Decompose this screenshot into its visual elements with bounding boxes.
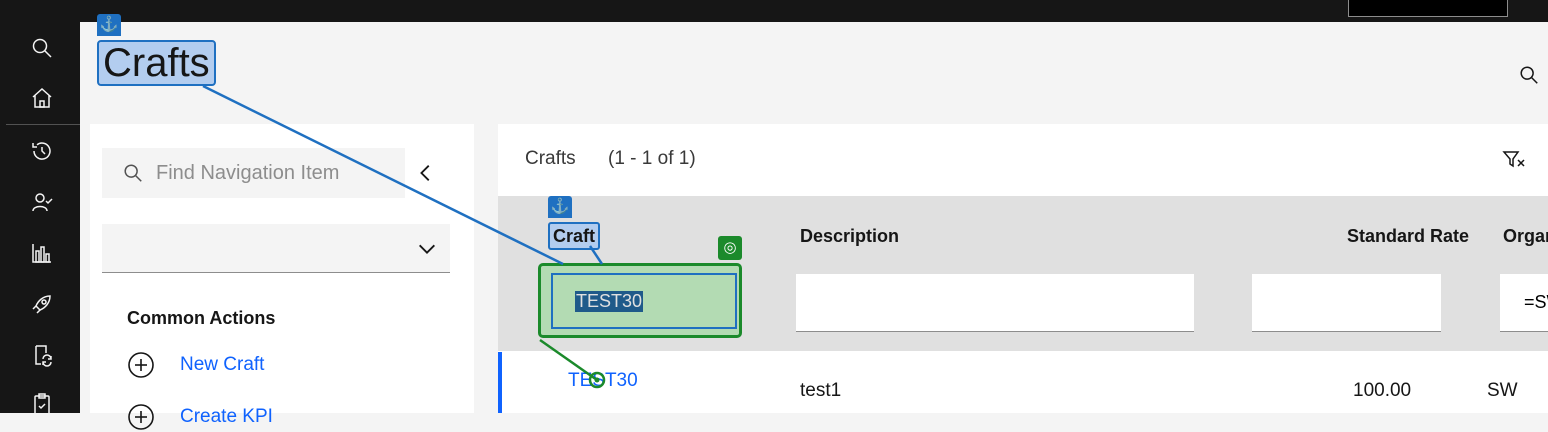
target-icon: ◎ — [718, 236, 742, 260]
nav-chart-icon[interactable] — [28, 239, 56, 267]
nav-search-icon[interactable] — [28, 34, 56, 62]
nav-sync-document-icon[interactable] — [28, 341, 56, 369]
create-kpi-action[interactable]: Create KPI — [126, 402, 273, 432]
nav-clipboard-icon[interactable] — [28, 390, 56, 418]
craft-filter-value: TEST30 — [575, 290, 644, 312]
header-search-icon[interactable] — [1518, 64, 1542, 88]
nav-home-icon[interactable] — [28, 84, 56, 112]
collapse-panel-button[interactable] — [415, 162, 439, 186]
clear-filter-icon — [1502, 151, 1525, 168]
left-nav — [0, 22, 80, 415]
new-craft-action[interactable]: New Craft — [126, 350, 264, 380]
column-header-organization[interactable]: Organization — [1503, 226, 1548, 247]
table-header: ⚓ Craft Description Standard Rate Organi… — [498, 196, 1548, 351]
column-header-description[interactable]: Description — [800, 226, 899, 247]
standard-rate-cell: 100.00 — [1353, 380, 1412, 401]
page-title: Crafts — [97, 40, 216, 86]
organization-cell: SW — [1487, 380, 1518, 401]
chevron-left-icon — [420, 165, 430, 181]
find-navigation-search — [102, 148, 405, 198]
table-title: Crafts — [525, 148, 576, 169]
craft-filter-input[interactable]: TEST30 — [551, 273, 737, 329]
navigation-dropdown[interactable] — [102, 224, 450, 273]
create-kpi-link[interactable]: Create KPI — [180, 406, 273, 428]
add-circle-icon — [128, 352, 154, 378]
clear-filter-button[interactable] — [1502, 148, 1528, 174]
nav-history-icon[interactable] — [28, 137, 56, 165]
description-cell: test1 — [800, 380, 842, 401]
new-craft-link[interactable]: New Craft — [180, 354, 264, 376]
craft-filter-highlight: TEST30 — [538, 263, 742, 338]
anchor-icon: ⚓ — [548, 196, 572, 218]
column-header-standard-rate[interactable]: Standard Rate — [1347, 226, 1469, 247]
topbar-box — [1348, 0, 1508, 17]
crafts-table-panel: Crafts (1 - 1 of 1) ⚓ Craft Description … — [498, 124, 1548, 413]
description-filter-input[interactable] — [796, 274, 1194, 332]
nav-divider — [6, 124, 80, 125]
selected-row-indicator — [498, 352, 502, 413]
common-actions-title: Common Actions — [127, 308, 276, 328]
search-icon — [124, 164, 142, 182]
nav-user-check-icon[interactable] — [28, 188, 56, 216]
add-circle-icon — [128, 404, 154, 430]
table-row-count: (1 - 1 of 1) — [608, 148, 696, 169]
column-header-craft[interactable]: Craft — [548, 222, 601, 250]
anchor-icon: ⚓ — [97, 14, 121, 36]
organization-filter-input[interactable] — [1500, 274, 1548, 332]
standard-rate-filter-input[interactable] — [1252, 274, 1441, 332]
find-navigation-input[interactable] — [156, 161, 386, 185]
top-bar — [0, 0, 1548, 22]
chevron-down-icon — [419, 244, 435, 254]
craft-cell-link[interactable]: TEST30 — [568, 370, 638, 392]
nav-rocket-icon[interactable] — [28, 290, 56, 318]
side-panel: Common Actions New Craft Create KPI — [90, 124, 474, 430]
